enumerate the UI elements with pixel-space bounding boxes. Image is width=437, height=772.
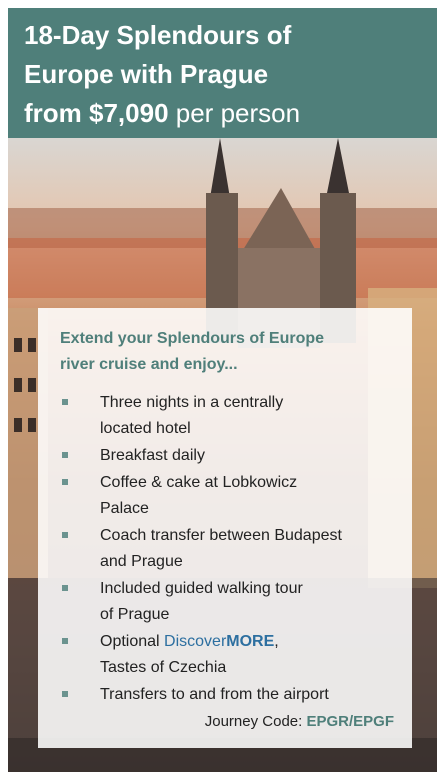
journey-code: Journey Code: EPGR/EPGF — [205, 713, 394, 730]
list-item: Transfers to and from the airport — [60, 682, 392, 708]
per-person-text: per person — [175, 98, 301, 128]
bullet-icon — [62, 691, 68, 697]
intro-line-2: river cruise and enjoy... — [60, 356, 238, 373]
list-item: Coffee & cake at Lobkowicz Palace — [60, 470, 392, 522]
list-item: Three nights in a centrally located hote… — [60, 390, 392, 442]
bullet-icon — [62, 638, 68, 644]
itinerary-panel: Extend your Splendours of Europe river c… — [38, 308, 412, 748]
bullet-icon — [62, 479, 68, 485]
title-line-1: 18-Day Splendours of — [24, 20, 292, 50]
bullet-icon — [62, 452, 68, 458]
panel-intro: Extend your Splendours of Europe river c… — [60, 326, 392, 378]
discover-more-link[interactable]: DiscoverMORE — [164, 633, 274, 650]
price-line: from $7,090 per person — [24, 94, 421, 133]
prague-photo: Extend your Splendours of Europe river c… — [8, 138, 437, 772]
bullet-icon — [62, 532, 68, 538]
intro-line-1: Extend your Splendours of Europe — [60, 330, 325, 347]
list-item: Coach transfer between Budapest and Prag… — [60, 523, 392, 575]
journey-code-value: EPGR/EPGF — [306, 713, 394, 730]
promo-card: 18-Day Splendours of Europe with Prague … — [8, 8, 437, 772]
journey-code-label: Journey Code: — [204, 713, 307, 730]
list-item: Optional DiscoverMORE, Tastes of Czechia — [60, 629, 392, 681]
promo-header: 18-Day Splendours of Europe with Prague … — [8, 8, 437, 138]
inclusions-list: Three nights in a centrally located hote… — [60, 390, 392, 708]
list-item: Breakfast daily — [60, 443, 392, 469]
bullet-icon — [62, 585, 68, 591]
list-item: Included guided walking tour of Prague — [60, 576, 392, 628]
bullet-icon — [62, 399, 68, 405]
title-line-2: Europe with Prague — [24, 59, 269, 89]
price-text: from $7,090 — [24, 98, 169, 128]
